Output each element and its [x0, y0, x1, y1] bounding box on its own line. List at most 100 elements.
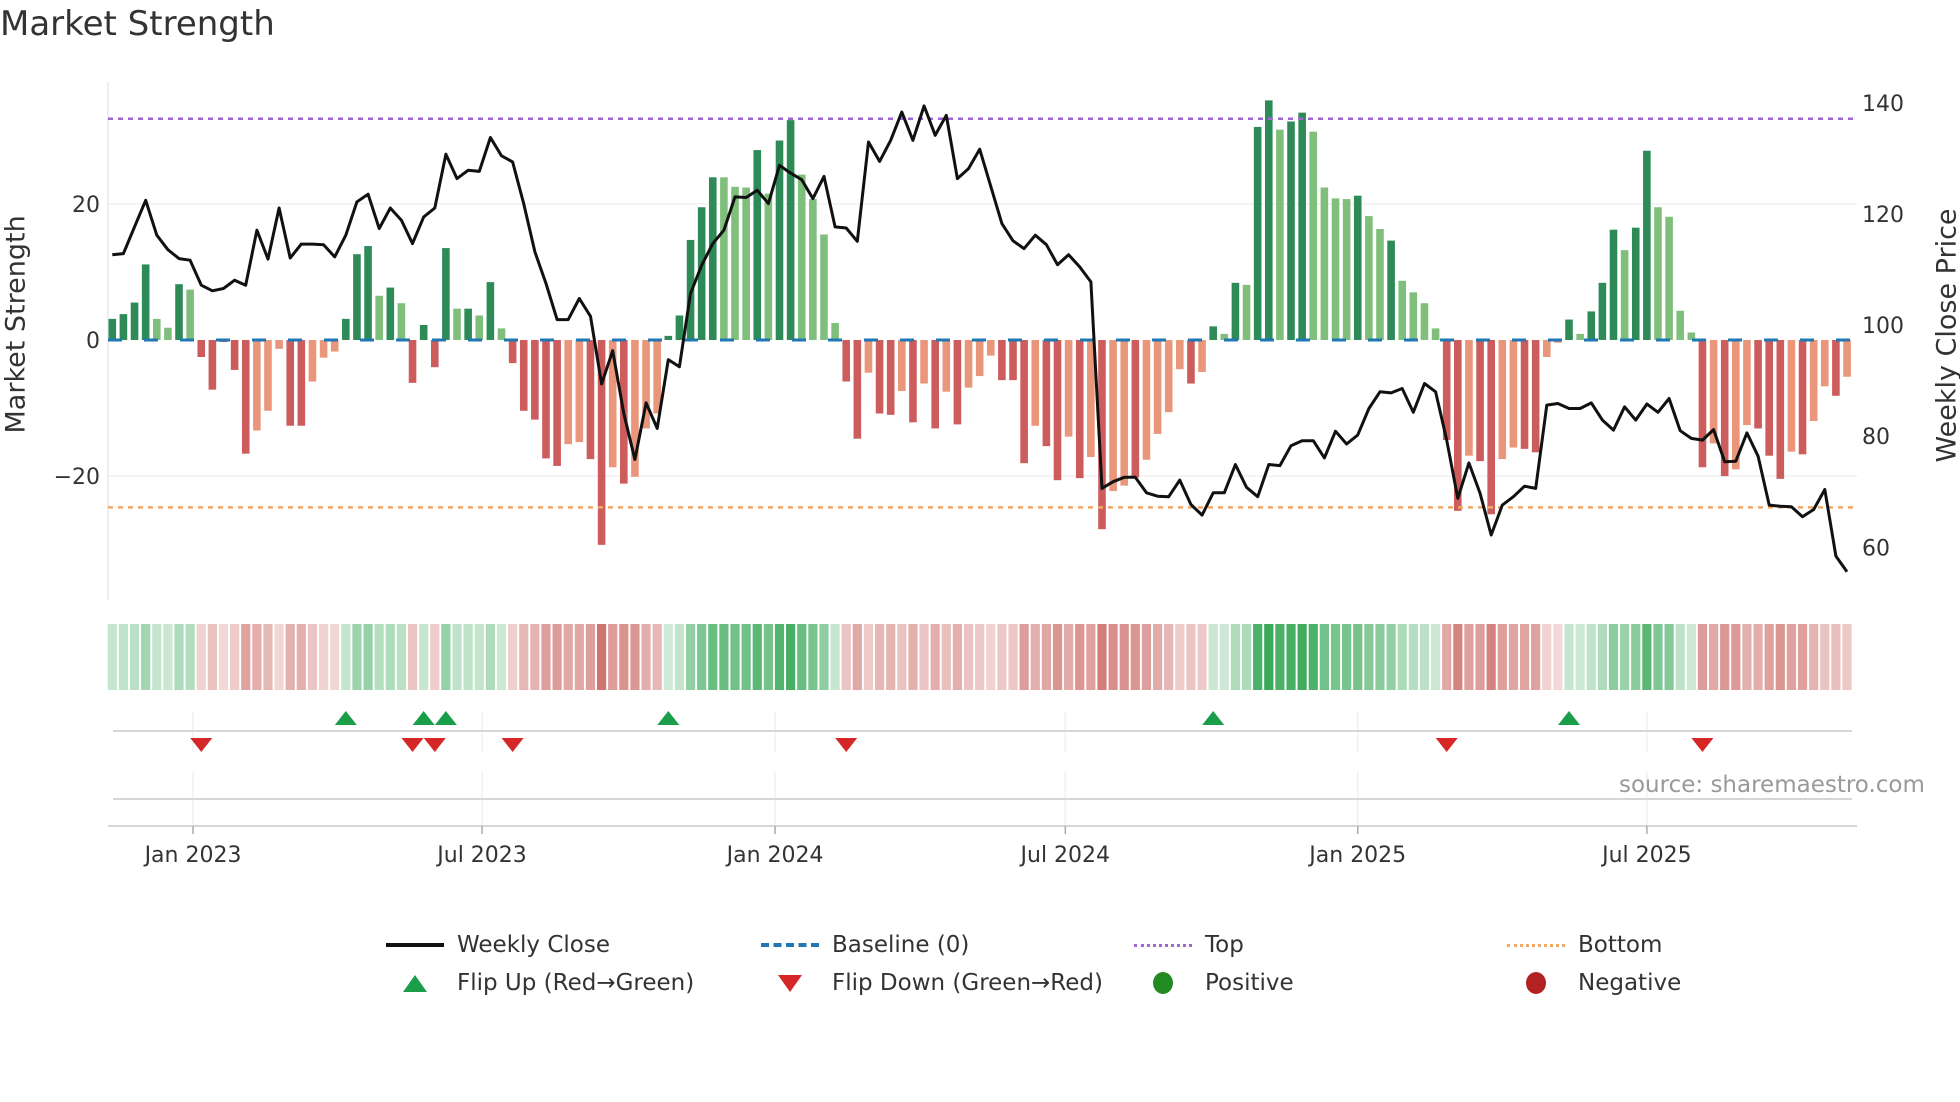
source-credit: source: sharemaestro.com — [1619, 772, 1925, 798]
strength-bar — [764, 193, 773, 340]
strength-bar — [1476, 339, 1484, 462]
heat-cell — [1642, 624, 1652, 690]
heat-cell — [741, 624, 751, 690]
strength-bar — [475, 315, 484, 340]
strength-bar — [1465, 339, 1473, 456]
strength-bar — [1253, 126, 1262, 340]
heat-cell — [519, 624, 529, 690]
strength-bar — [1754, 339, 1762, 429]
heat-cell — [1375, 624, 1385, 690]
strength-bar — [1531, 339, 1540, 453]
legend-baseline: Baseline (0) — [760, 930, 969, 960]
strength-bar — [1820, 339, 1829, 387]
heat-cell — [1486, 624, 1496, 690]
heat-cell — [630, 624, 640, 690]
heat-cell — [1064, 624, 1074, 690]
heat-cell — [185, 624, 195, 690]
heat-cell — [663, 624, 673, 690]
heat-cell — [463, 624, 473, 690]
strength-bar — [831, 322, 839, 340]
flip-down-marker — [401, 738, 424, 752]
heat-cell — [574, 624, 584, 690]
strength-bar — [364, 246, 372, 340]
x-tick-label: Jul 2023 — [435, 843, 527, 868]
strength-bar — [1231, 282, 1240, 340]
heat-cell — [1764, 624, 1774, 690]
dashed-line-icon — [760, 930, 820, 960]
heat-cell — [1275, 624, 1285, 690]
heat-cell — [1430, 624, 1441, 690]
heat-cell — [1697, 624, 1708, 690]
heat-cell — [1475, 624, 1485, 690]
heat-cell — [1720, 624, 1730, 690]
heat-cell — [1041, 624, 1051, 690]
heat-cell — [763, 624, 773, 690]
heat-cell — [152, 624, 162, 690]
heat-cell — [596, 624, 607, 690]
heat-cell — [1842, 624, 1852, 690]
strength-bar — [820, 234, 828, 340]
heat-cell — [685, 624, 696, 690]
strength-bar — [130, 302, 139, 340]
strength-bar — [1576, 333, 1584, 340]
heat-cell — [697, 624, 707, 690]
heat-cell — [1820, 624, 1830, 690]
strength-bar — [397, 303, 406, 340]
heat-cell — [441, 624, 451, 690]
flip-down-marker — [423, 738, 446, 752]
strength-bar — [1542, 339, 1551, 357]
heat-cell — [1775, 624, 1785, 690]
legend-label: Weekly Close — [457, 932, 610, 958]
strength-bar — [1676, 310, 1685, 340]
heat-cell — [1653, 624, 1663, 690]
heat-cell — [107, 624, 117, 690]
strength-bar — [842, 339, 851, 382]
legend-flip-up: Flip Up (Red→Green) — [385, 968, 694, 998]
legend-label: Positive — [1205, 970, 1294, 996]
strength-bar — [786, 120, 795, 340]
heat-cell — [1664, 624, 1674, 690]
strength-bar — [1109, 339, 1117, 492]
heat-cell — [174, 624, 184, 690]
heat-cell — [1686, 624, 1696, 690]
heat-cell — [930, 624, 940, 690]
strength-bar — [898, 339, 906, 392]
legend-label: Negative — [1578, 970, 1682, 996]
y2-tick-label: 80 — [1862, 425, 1890, 450]
strength-bar — [553, 339, 561, 466]
heat-cell — [118, 624, 129, 690]
strength-bar — [575, 339, 584, 443]
heat-cell — [1542, 624, 1552, 690]
heat-cell — [1241, 624, 1252, 690]
strength-bar — [286, 339, 295, 426]
strength-bar — [1631, 227, 1640, 340]
heat-cell — [1608, 624, 1619, 690]
heat-cell — [1408, 624, 1418, 690]
market-strength-chart: 20 0 −20 140 120 100 80 60 Jan 2023 Jul 2023 Jan 2… — [54, 82, 1904, 868]
legend-weekly-close: Weekly Close — [385, 930, 610, 960]
strength-bar — [531, 339, 539, 420]
heat-cell — [1564, 624, 1574, 690]
heat-cell — [496, 624, 507, 690]
strength-bar — [542, 339, 550, 459]
strength-bar — [386, 287, 395, 340]
heat-cell — [274, 624, 284, 690]
heat-cell — [1386, 624, 1396, 690]
flip-down-marker — [1435, 738, 1458, 752]
strength-bar — [1020, 339, 1028, 464]
strength-bar — [319, 339, 328, 358]
strength-bar — [1843, 339, 1851, 377]
heat-cell — [1308, 624, 1318, 690]
strength-bar — [1832, 339, 1840, 396]
strength-bar — [1709, 339, 1718, 444]
heat-cell — [619, 624, 629, 690]
heat-cell — [1030, 624, 1040, 690]
strength-bar — [1053, 339, 1062, 481]
flip-up-marker — [434, 711, 457, 725]
heat-cell — [786, 624, 796, 690]
heat-cell — [1708, 624, 1719, 690]
heat-cell — [1086, 624, 1096, 690]
strength-bar — [241, 339, 250, 454]
heat-cell — [975, 624, 985, 690]
legend-label: Bottom — [1578, 932, 1663, 958]
